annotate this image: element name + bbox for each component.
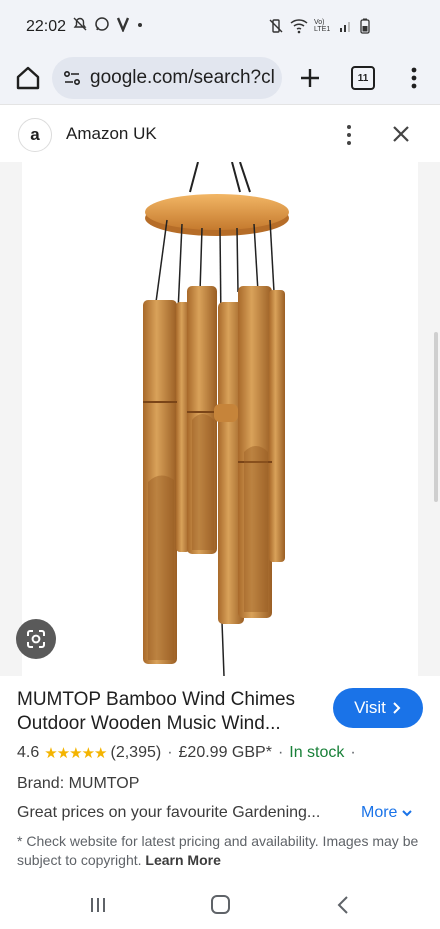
site-settings-icon[interactable] xyxy=(62,68,82,88)
tab-count: 11 xyxy=(357,72,369,84)
chevron-down-icon xyxy=(402,810,413,817)
dot-icon xyxy=(138,23,142,27)
brand-info: Brand: MUMTOP xyxy=(17,775,140,792)
chevron-right-icon xyxy=(393,702,401,714)
amazon-logo-icon: a xyxy=(18,118,52,152)
url-text: google.com/search?cl xyxy=(90,67,275,88)
learn-more-link[interactable]: Learn More xyxy=(145,852,220,868)
visit-label: Visit xyxy=(354,698,386,717)
star-rating: ★★★★★ xyxy=(44,745,107,762)
disclaimer: * Check website for latest pricing and a… xyxy=(17,832,427,870)
vibrate-icon xyxy=(269,19,283,33)
wifi-icon xyxy=(290,19,308,34)
browser-toolbar: google.com/search?cl 11 xyxy=(0,54,440,104)
address-bar[interactable]: google.com/search?cl xyxy=(52,57,282,99)
lens-icon xyxy=(27,630,45,648)
separator-dot: · xyxy=(277,744,284,761)
separator-dot: · xyxy=(350,744,356,761)
separator-dot: · xyxy=(167,744,173,761)
new-tab-icon[interactable] xyxy=(296,64,324,92)
stock-status: In stock xyxy=(289,744,345,761)
status-left-icons xyxy=(72,16,144,32)
more-button[interactable]: More xyxy=(361,804,413,822)
signal-icon xyxy=(340,22,350,32)
mute-notifications-icon xyxy=(73,17,87,31)
tab-switcher-button[interactable]: 11 xyxy=(351,66,375,90)
google-lens-button[interactable] xyxy=(16,619,56,659)
more-vert-icon[interactable] xyxy=(405,64,423,92)
panel-more-icon[interactable] xyxy=(341,123,357,147)
volte-icon: Vo) LTE1 xyxy=(314,19,331,33)
product-title[interactable]: MUMTOP Bamboo Wind Chimes Outdoor Wooden… xyxy=(17,688,327,736)
product-image-area xyxy=(0,161,440,677)
product-description: Great prices on your favourite Gardening… xyxy=(17,804,321,821)
recent-apps-icon[interactable] xyxy=(88,896,108,914)
result-panel-header: a Amazon UK xyxy=(0,104,440,162)
status-time: 22:02 xyxy=(26,18,67,35)
scrollbar[interactable] xyxy=(434,332,438,502)
back-icon[interactable] xyxy=(336,895,350,915)
whatsapp-icon xyxy=(95,17,109,31)
review-count: (2,395) xyxy=(110,744,162,761)
price: £20.99 GBP* xyxy=(178,744,272,761)
visit-button[interactable]: Visit xyxy=(333,688,423,728)
rating-value: 4.6 xyxy=(17,744,40,761)
product-image[interactable] xyxy=(22,161,418,677)
more-label: More xyxy=(361,804,398,821)
battery-icon xyxy=(360,18,370,34)
close-icon[interactable] xyxy=(390,123,412,145)
source-name: Amazon UK xyxy=(66,124,157,143)
status-bar: 22:02 Vo) LTE1 xyxy=(0,0,440,54)
system-nav-bar xyxy=(0,879,440,929)
v-app-icon xyxy=(116,17,130,32)
home-nav-icon[interactable] xyxy=(211,895,230,914)
rating-row: 4.6 ★★★★★ (2,395) · £20.99 GBP* · In sto… xyxy=(17,744,362,762)
status-right-icons: Vo) LTE1 xyxy=(268,18,370,34)
home-icon[interactable] xyxy=(14,64,42,92)
wind-chime-illustration xyxy=(143,161,289,677)
